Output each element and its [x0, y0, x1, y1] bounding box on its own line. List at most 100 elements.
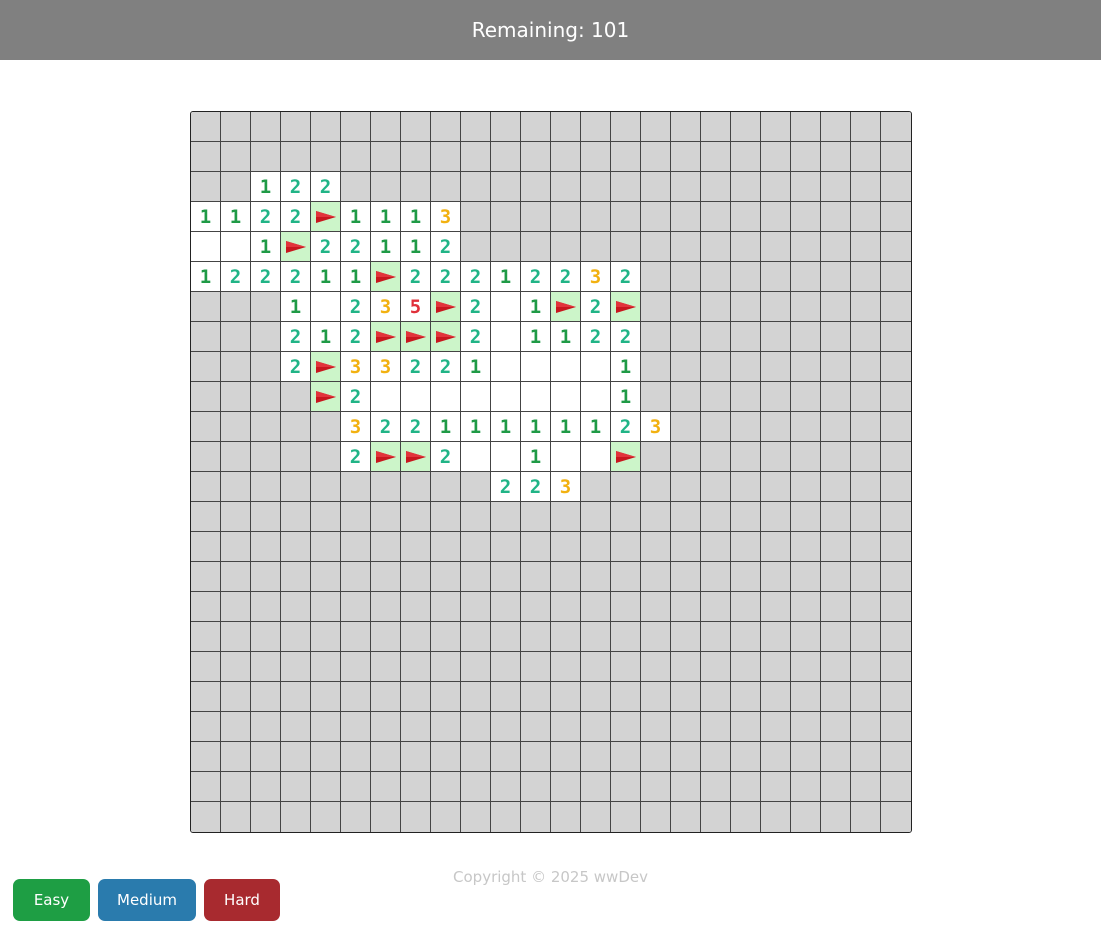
covered-cell[interactable]	[221, 652, 251, 682]
covered-cell[interactable]	[371, 772, 401, 802]
covered-cell[interactable]	[851, 652, 881, 682]
covered-cell[interactable]	[431, 142, 461, 172]
covered-cell[interactable]	[191, 172, 221, 202]
covered-cell[interactable]	[791, 412, 821, 442]
covered-cell[interactable]	[701, 352, 731, 382]
covered-cell[interactable]	[821, 142, 851, 172]
easy-button[interactable]: Easy	[13, 879, 90, 921]
covered-cell[interactable]	[461, 532, 491, 562]
covered-cell[interactable]	[341, 592, 371, 622]
covered-cell[interactable]	[611, 232, 641, 262]
covered-cell[interactable]	[821, 772, 851, 802]
covered-cell[interactable]	[281, 442, 311, 472]
covered-cell[interactable]	[551, 562, 581, 592]
covered-cell[interactable]	[341, 682, 371, 712]
covered-cell[interactable]	[881, 172, 911, 202]
covered-cell[interactable]	[731, 322, 761, 352]
covered-cell[interactable]	[821, 172, 851, 202]
covered-cell[interactable]	[251, 322, 281, 352]
covered-cell[interactable]	[191, 412, 221, 442]
covered-cell[interactable]	[191, 592, 221, 622]
covered-cell[interactable]	[821, 322, 851, 352]
covered-cell[interactable]	[791, 442, 821, 472]
covered-cell[interactable]	[761, 292, 791, 322]
covered-cell[interactable]	[311, 652, 341, 682]
covered-cell[interactable]	[791, 172, 821, 202]
covered-cell[interactable]	[611, 532, 641, 562]
covered-cell[interactable]	[641, 562, 671, 592]
covered-cell[interactable]	[761, 592, 791, 622]
covered-cell[interactable]	[881, 562, 911, 592]
covered-cell[interactable]	[731, 352, 761, 382]
covered-cell[interactable]	[191, 562, 221, 592]
covered-cell[interactable]	[731, 652, 761, 682]
flagged-cell[interactable]	[311, 382, 341, 412]
covered-cell[interactable]	[371, 112, 401, 142]
covered-cell[interactable]	[251, 712, 281, 742]
covered-cell[interactable]	[431, 502, 461, 532]
covered-cell[interactable]	[701, 112, 731, 142]
covered-cell[interactable]	[791, 502, 821, 532]
covered-cell[interactable]	[851, 262, 881, 292]
medium-button[interactable]: Medium	[98, 879, 196, 921]
covered-cell[interactable]	[491, 592, 521, 622]
covered-cell[interactable]	[221, 622, 251, 652]
covered-cell[interactable]	[701, 472, 731, 502]
covered-cell[interactable]	[281, 802, 311, 832]
flagged-cell[interactable]	[311, 202, 341, 232]
covered-cell[interactable]	[821, 802, 851, 832]
covered-cell[interactable]	[701, 742, 731, 772]
covered-cell[interactable]	[701, 712, 731, 742]
covered-cell[interactable]	[371, 802, 401, 832]
covered-cell[interactable]	[641, 622, 671, 652]
covered-cell[interactable]	[851, 562, 881, 592]
covered-cell[interactable]	[761, 232, 791, 262]
covered-cell[interactable]	[491, 802, 521, 832]
covered-cell[interactable]	[821, 352, 851, 382]
covered-cell[interactable]	[281, 502, 311, 532]
covered-cell[interactable]	[761, 712, 791, 742]
covered-cell[interactable]	[881, 802, 911, 832]
covered-cell[interactable]	[191, 322, 221, 352]
covered-cell[interactable]	[551, 112, 581, 142]
covered-cell[interactable]	[581, 652, 611, 682]
covered-cell[interactable]	[191, 472, 221, 502]
covered-cell[interactable]	[581, 112, 611, 142]
covered-cell[interactable]	[401, 172, 431, 202]
covered-cell[interactable]	[251, 352, 281, 382]
covered-cell[interactable]	[671, 622, 701, 652]
covered-cell[interactable]	[611, 502, 641, 532]
covered-cell[interactable]	[581, 562, 611, 592]
covered-cell[interactable]	[431, 622, 461, 652]
covered-cell[interactable]	[191, 652, 221, 682]
covered-cell[interactable]	[491, 652, 521, 682]
covered-cell[interactable]	[371, 592, 401, 622]
covered-cell[interactable]	[521, 532, 551, 562]
covered-cell[interactable]	[401, 532, 431, 562]
covered-cell[interactable]	[221, 742, 251, 772]
covered-cell[interactable]	[611, 652, 641, 682]
covered-cell[interactable]	[491, 772, 521, 802]
covered-cell[interactable]	[641, 772, 671, 802]
covered-cell[interactable]	[401, 142, 431, 172]
covered-cell[interactable]	[251, 292, 281, 322]
covered-cell[interactable]	[491, 622, 521, 652]
covered-cell[interactable]	[551, 142, 581, 172]
covered-cell[interactable]	[821, 412, 851, 442]
covered-cell[interactable]	[521, 652, 551, 682]
covered-cell[interactable]	[791, 592, 821, 622]
covered-cell[interactable]	[731, 292, 761, 322]
covered-cell[interactable]	[761, 442, 791, 472]
covered-cell[interactable]	[881, 682, 911, 712]
covered-cell[interactable]	[671, 202, 701, 232]
covered-cell[interactable]	[341, 802, 371, 832]
covered-cell[interactable]	[761, 772, 791, 802]
covered-cell[interactable]	[731, 742, 761, 772]
covered-cell[interactable]	[881, 412, 911, 442]
covered-cell[interactable]	[701, 412, 731, 442]
flagged-cell[interactable]	[371, 262, 401, 292]
covered-cell[interactable]	[431, 562, 461, 592]
covered-cell[interactable]	[191, 742, 221, 772]
covered-cell[interactable]	[881, 442, 911, 472]
covered-cell[interactable]	[611, 112, 641, 142]
